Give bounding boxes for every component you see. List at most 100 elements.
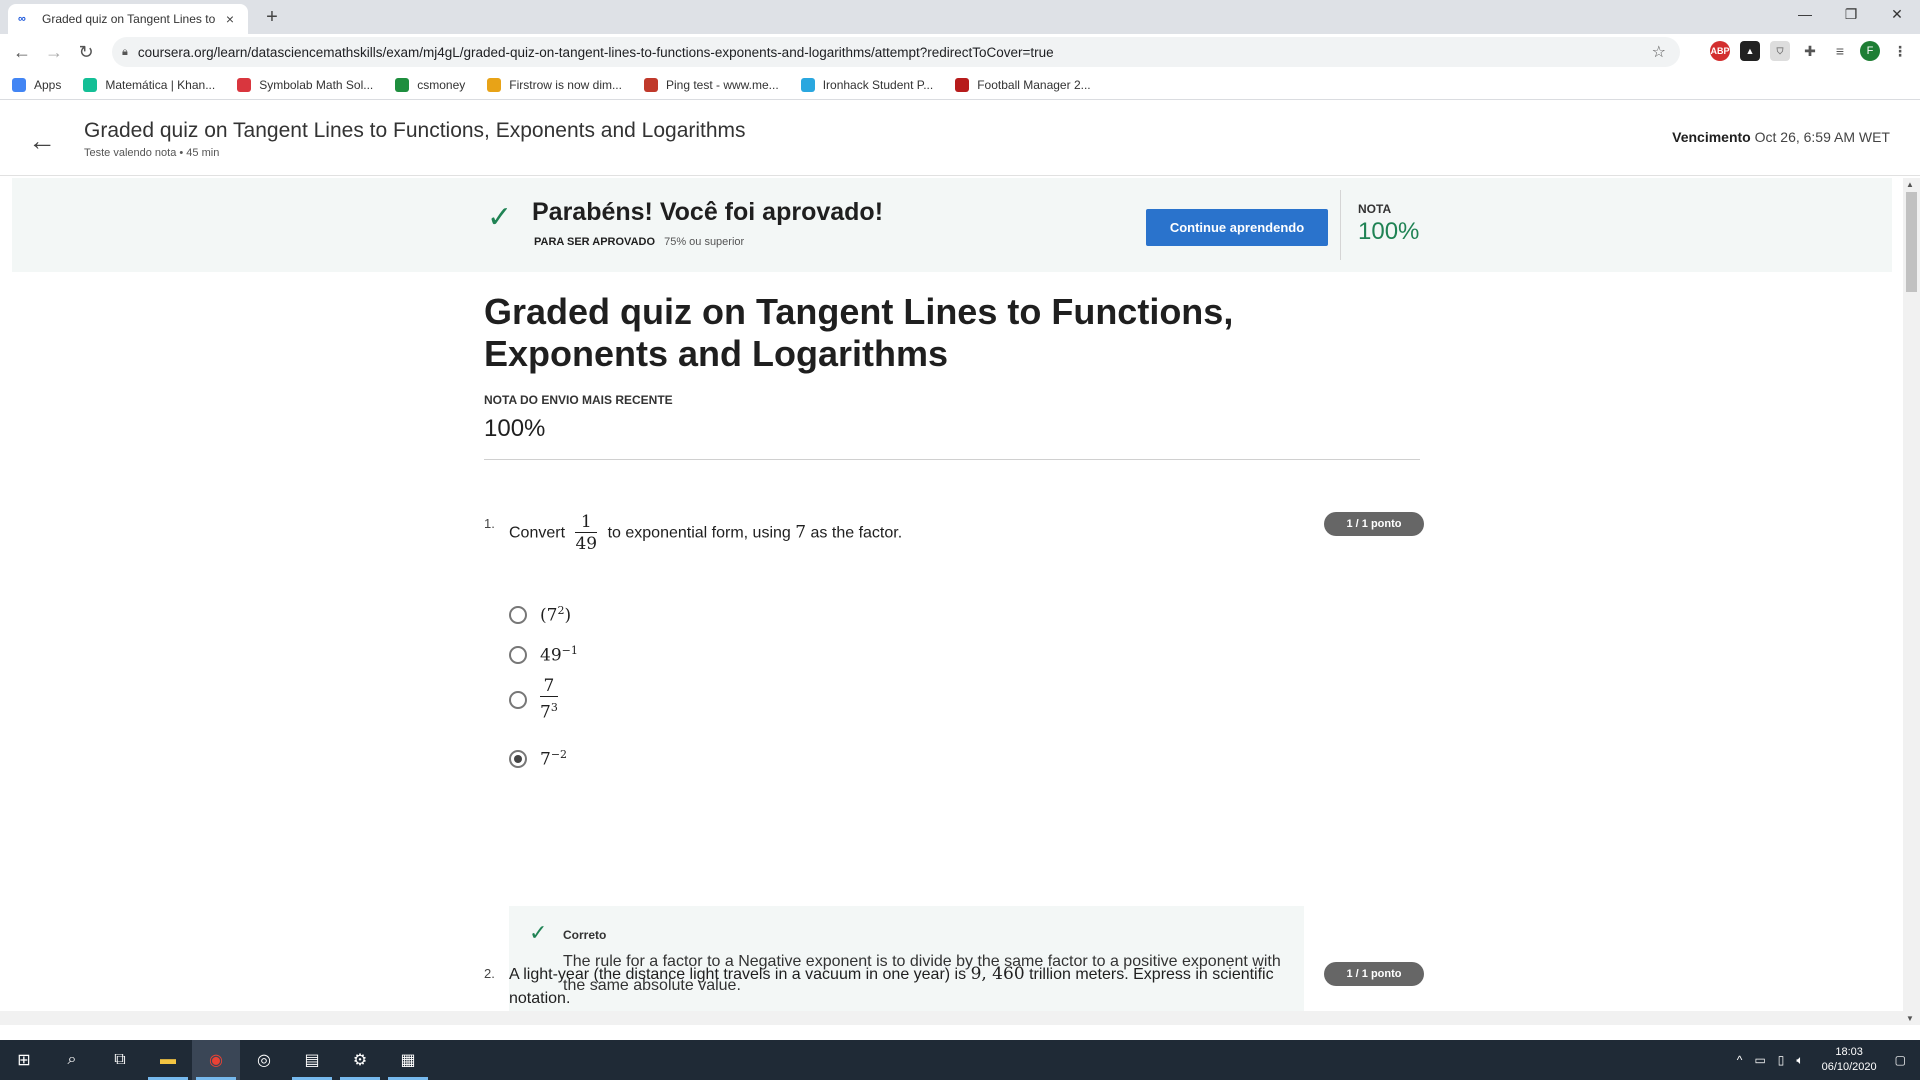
option-math: (72) (540, 604, 571, 626)
due-label: Vencimento (1672, 129, 1751, 145)
bookmark-item[interactable]: Firstrow is now dim... (487, 77, 622, 92)
back-nav-icon[interactable]: ← (6, 42, 38, 63)
network-icon[interactable]: ▭ (1754, 1053, 1765, 1067)
bookmark-item[interactable]: Ironhack Student P... (800, 77, 933, 92)
bookmark-favicon-icon (643, 77, 658, 92)
bookmark-item[interactable]: Symbolab Math Sol... (237, 77, 374, 92)
page-content: ← Graded quiz on Tangent Lines to Functi… (0, 101, 1920, 1025)
question-1: 1. Convert 1 49 to exponential form, usi… (484, 512, 1424, 892)
question-number: 2. (484, 966, 495, 981)
bookmark-item[interactable]: csmoney (395, 77, 465, 92)
document-app-icon[interactable]: ▤ (288, 1040, 336, 1080)
points-badge: 1 / 1 ponto (1324, 512, 1424, 536)
taskbar-clock[interactable]: 18:03 06/10/2020 (1822, 1045, 1877, 1075)
address-bar[interactable]: 🔒︎ coursera.org/learn/datasciencemathski… (112, 37, 1680, 67)
steam-icon[interactable]: ⚙ (336, 1040, 384, 1080)
correct-check-icon: ✓ (529, 920, 548, 945)
media-control-icon[interactable]: ≡ (1830, 41, 1850, 61)
checkmark-icon: ✓ (487, 201, 513, 234)
fraction: 1 49 (575, 512, 598, 555)
bookmark-item[interactable]: Ping test - www.me... (643, 77, 779, 92)
back-arrow-icon[interactable]: ← (28, 125, 56, 157)
tray-chevron-icon[interactable]: ^ (1737, 1053, 1743, 1067)
windows-start-icon[interactable]: ⊞ (0, 1040, 48, 1080)
bookmark-label: Firstrow is now dim... (509, 77, 622, 92)
option-base: 49 (540, 645, 562, 666)
new-tab-button[interactable]: + (260, 6, 284, 29)
banner-divider (1340, 190, 1341, 260)
reload-icon[interactable]: ↻ (70, 42, 102, 63)
bookmark-label: Apps (34, 77, 62, 92)
scroll-down-icon[interactable]: ▼ (1906, 1014, 1914, 1023)
pass-requirement: PARA SER APROVADO 75% ou superior (534, 236, 744, 248)
system-tray: ^ ▭ ▯ 🔈︎ 18:03 06/10/2020 ▢ (1731, 1040, 1920, 1080)
tab-close-icon[interactable]: × (222, 11, 238, 27)
answer-option-4[interactable]: 7−2 (509, 748, 567, 770)
file-explorer-icon[interactable]: ▬ (144, 1040, 192, 1080)
notifications-icon[interactable]: ▢ (1895, 1053, 1906, 1067)
lock-icon: 🔒︎ (122, 45, 128, 58)
answer-option-3[interactable]: 7 73 (509, 676, 564, 724)
pass-requirement-label: PARA SER APROVADO (534, 236, 656, 248)
forward-nav-icon[interactable]: → (38, 42, 70, 63)
bookmark-item[interactable]: Matemática | Khan... (83, 77, 215, 92)
task-view-icon[interactable]: ⧉ (96, 1040, 144, 1080)
answer-option-1[interactable]: (72) (509, 604, 571, 626)
clock-date: 06/10/2020 (1821, 1061, 1877, 1073)
browser-tab-strip: ∞ Graded quiz on Tangent Lines to × + — … (0, 0, 1920, 34)
bookmark-favicon-icon (83, 77, 98, 92)
bookmark-favicon-icon (12, 77, 26, 92)
bookmark-label: Symbolab Math Sol... (259, 77, 374, 92)
extensions-area: ABP ▲ ⛉ ✚ ≡ F ⋮ (1710, 41, 1910, 61)
clock-time: 18:03 (1835, 1046, 1863, 1058)
due-value: Oct 26, 6:59 AM WET (1754, 129, 1890, 145)
bookmark-favicon-icon (395, 77, 410, 92)
bookmark-label: Ping test - www.me... (665, 77, 779, 92)
bookmark-star-icon[interactable]: ☆ (1652, 42, 1666, 62)
browser-tab[interactable]: ∞ Graded quiz on Tangent Lines to × (8, 4, 248, 34)
radio-button[interactable] (509, 645, 527, 664)
due-date: Vencimento Oct 26, 6:59 AM WET (1672, 129, 1890, 145)
restore-icon[interactable]: ❐ (1828, 0, 1874, 30)
calculator-icon[interactable]: ▦ (384, 1040, 432, 1080)
pass-banner: ✓ Parabéns! Você foi aprovado! PARA SER … (12, 178, 1892, 272)
option-base: 7 (540, 749, 551, 770)
search-icon[interactable]: ⌕ (48, 1040, 96, 1080)
horizontal-scrollbar[interactable] (0, 1011, 1903, 1025)
puzzle-extensions-icon[interactable]: ✚ (1800, 41, 1820, 61)
minimize-icon[interactable]: — (1782, 0, 1828, 30)
bookmark-item[interactable]: Apps (12, 77, 62, 92)
question-number: 1. (484, 516, 495, 531)
points-badge: 1 / 1 ponto (1324, 962, 1424, 986)
option-base: 7 (540, 702, 551, 723)
answer-option-2[interactable]: 49−1 (509, 644, 578, 666)
extension-icon[interactable]: ▲ (1740, 41, 1760, 61)
continue-learning-button[interactable]: Continue aprendendo (1146, 209, 1328, 246)
browser-toolbar: ← → ↻ 🔒︎ coursera.org/learn/datasciencem… (0, 34, 1920, 70)
vertical-scrollbar[interactable]: ▲ ▼ (1903, 178, 1920, 1025)
radio-button-selected[interactable] (509, 749, 527, 768)
option-paren: ) (564, 605, 572, 626)
menu-kebab-icon[interactable]: ⋮ (1890, 41, 1910, 61)
quiz-header: ← Graded quiz on Tangent Lines to Functi… (0, 101, 1920, 176)
profile-avatar[interactable]: F (1860, 41, 1880, 61)
radio-button[interactable] (509, 605, 527, 624)
chrome-icon[interactable]: ◉ (192, 1040, 240, 1080)
battery-icon[interactable]: ▯ (1778, 1053, 1785, 1067)
windows-taskbar: ⊞ ⌕ ⧉ ▬ ◉ ◎ ▤ ⚙ ▦ ^ ▭ ▯ 🔈︎ 18:03 06/10/2… (0, 1040, 1920, 1080)
grade-value: 100% (1358, 218, 1420, 245)
option-math: 49−1 (540, 644, 578, 666)
radio-button[interactable] (509, 690, 527, 709)
close-window-icon[interactable]: ✕ (1874, 0, 1920, 30)
adblock-extension-icon[interactable]: ABP (1710, 41, 1730, 61)
volume-icon[interactable]: 🔈︎ (1796, 1053, 1803, 1068)
app-icon[interactable]: ◎ (240, 1040, 288, 1080)
scrollbar-thumb[interactable] (1906, 192, 1917, 292)
fraction-denominator: 73 (540, 697, 558, 724)
recent-grade-label: NOTA DO ENVIO MAIS RECENTE (484, 393, 673, 407)
bookmark-item[interactable]: Football Manager 2... (955, 77, 1091, 92)
option-base: (7 (540, 605, 558, 626)
shield-extension-icon[interactable]: ⛉ (1770, 41, 1790, 61)
scroll-up-icon[interactable]: ▲ (1906, 180, 1914, 189)
bookmark-favicon-icon (955, 77, 970, 92)
